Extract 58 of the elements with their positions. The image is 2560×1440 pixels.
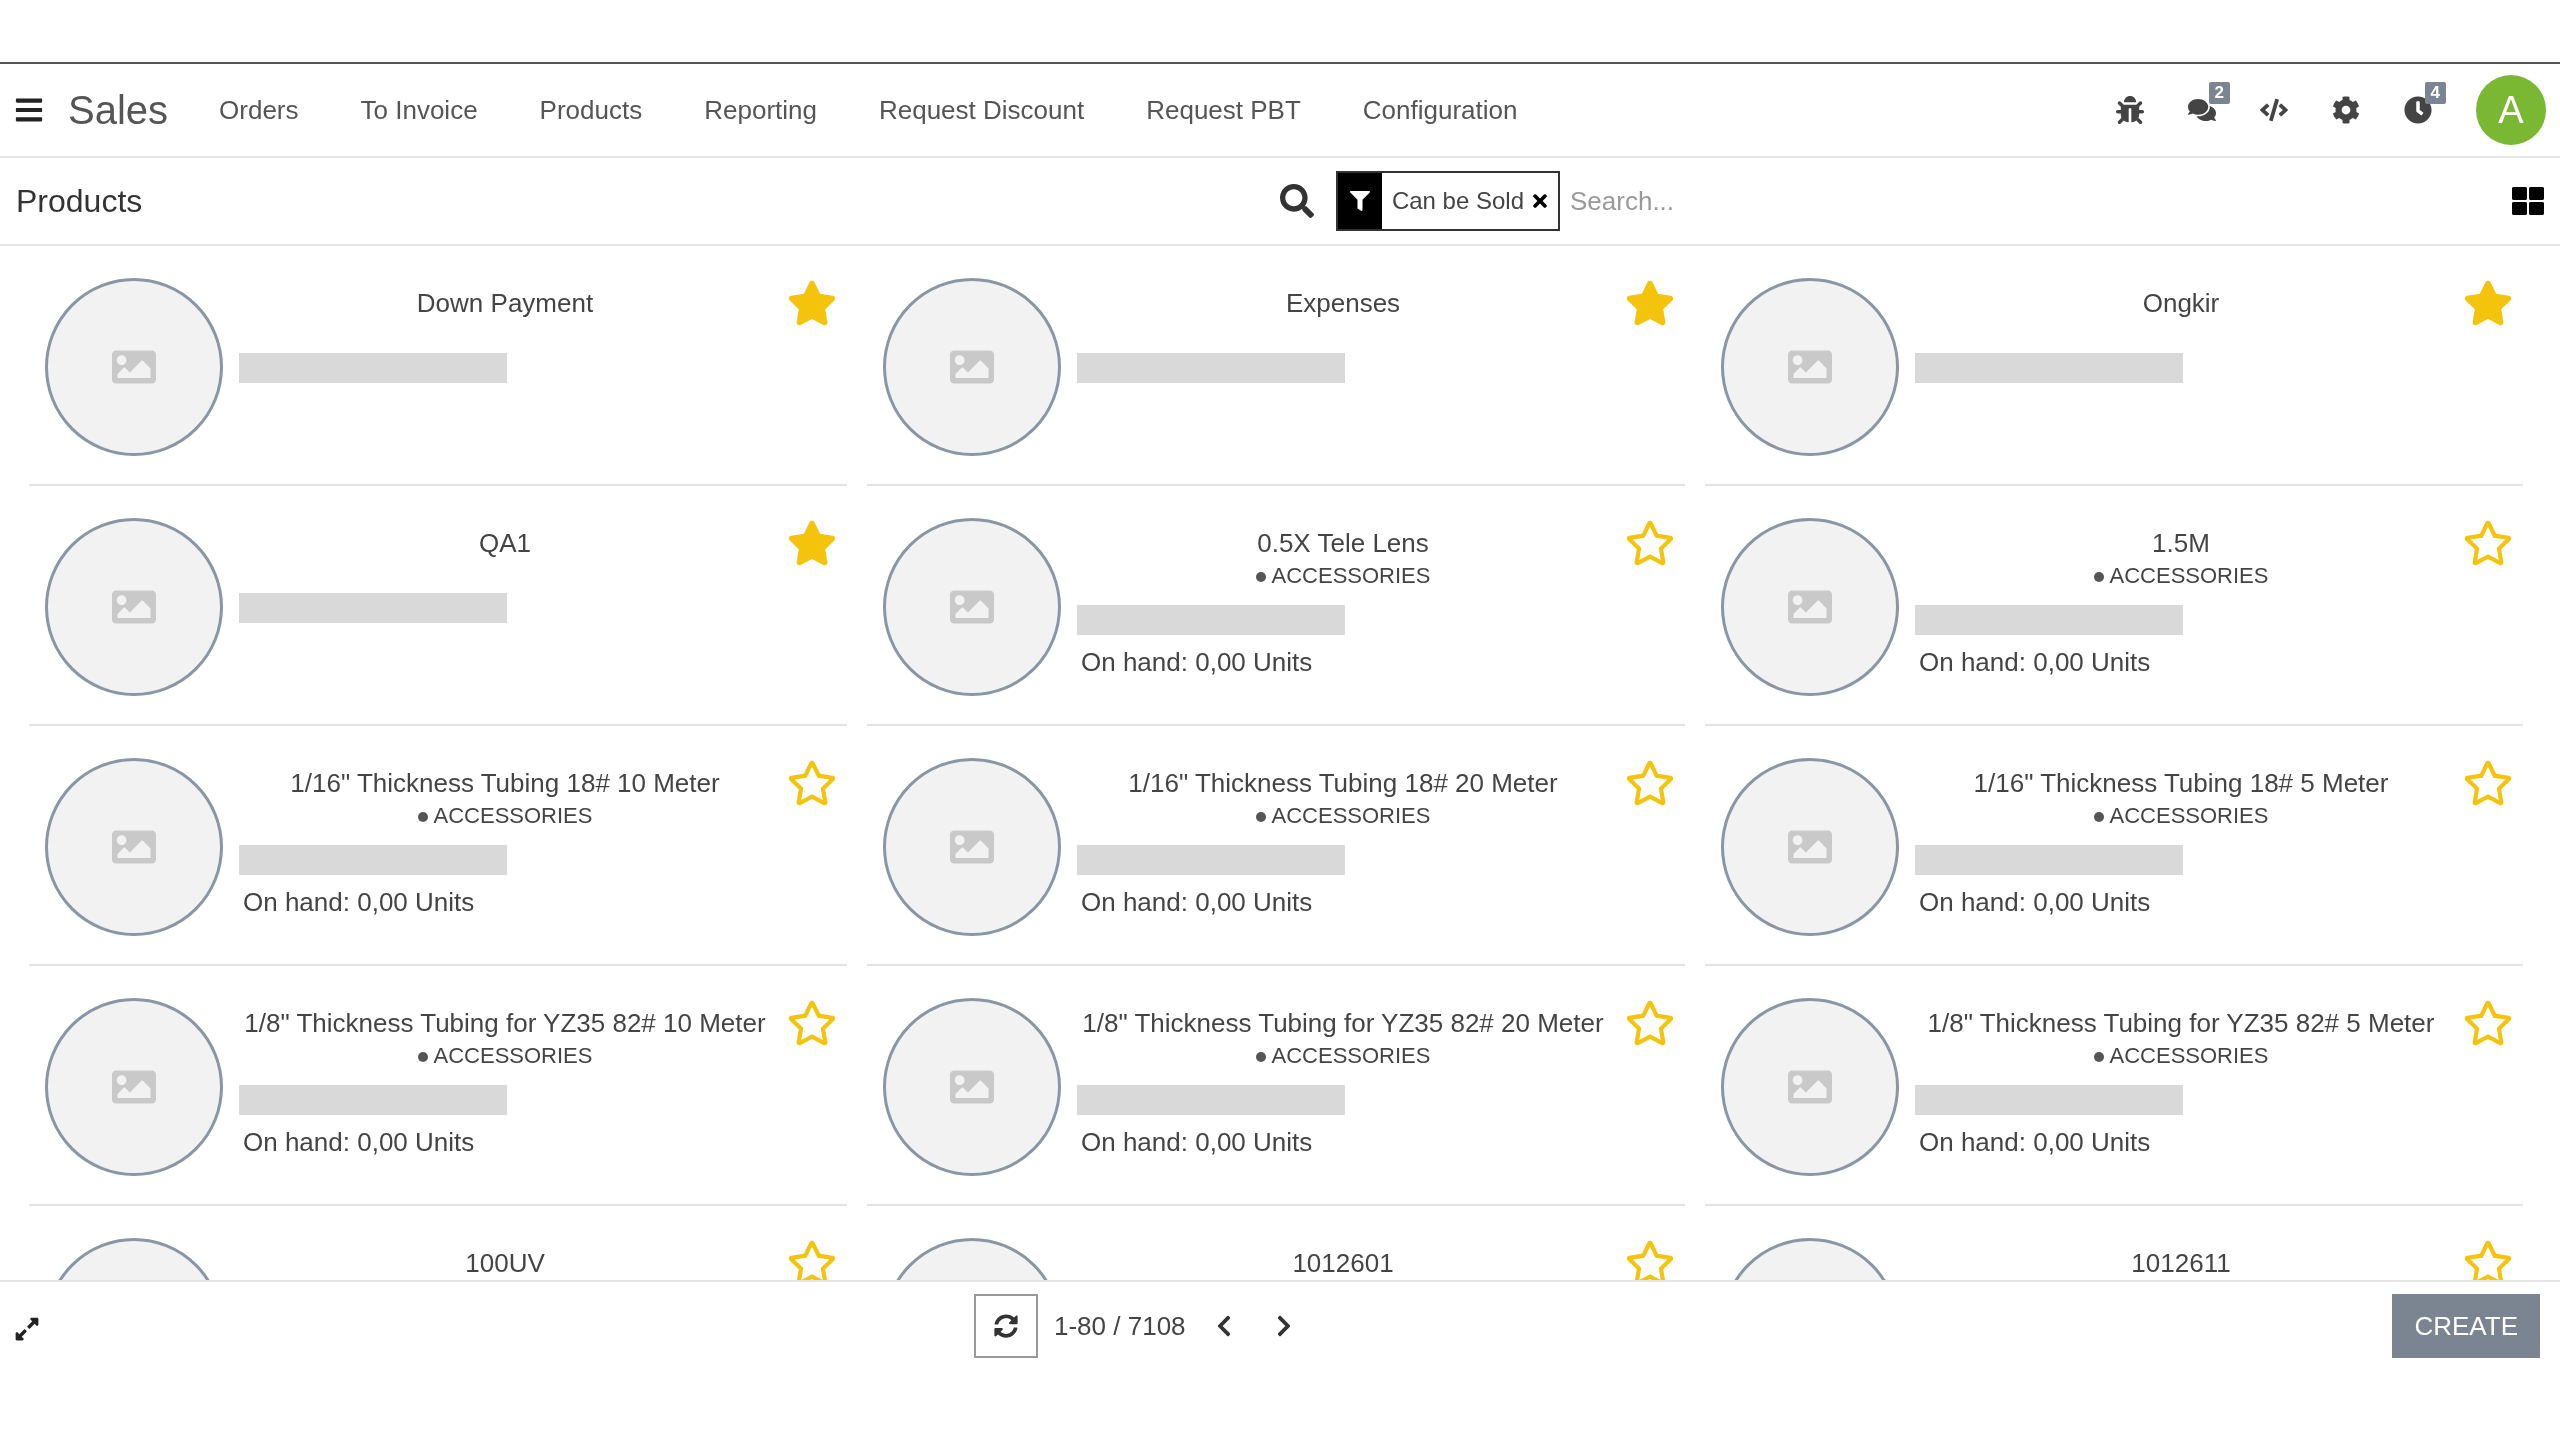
on-hand-quantity: On hand: 0,00 Units [1919, 647, 2152, 678]
product-name: 1/16" Thickness Tubing 18# 20 Meter [1127, 767, 1559, 799]
menu-item[interactable]: Reporting [673, 94, 848, 126]
product-card[interactable]: Down Payment [29, 246, 847, 486]
product-name: 1/16" Thickness Tubing 18# 10 Meter [289, 767, 721, 799]
page-title: Products [16, 182, 144, 220]
product-category: ACCESSORIES [1077, 1043, 1609, 1069]
menu-item[interactable]: Request Discount [847, 94, 1116, 126]
product-name: 1/8" Thickness Tubing for YZ35 82# 20 Meter [1081, 1007, 1605, 1039]
product-category: ACCESSORIES [239, 803, 771, 829]
product-card[interactable]: 1/16" Thickness Tubing 18# 10 Meter ACCESSORIES On hand: 0,00 Units [29, 726, 847, 966]
product-name: Ongkir [2141, 287, 2221, 319]
app-name: Sales [68, 87, 169, 133]
create-button[interactable]: CREATE [2392, 1294, 2540, 1358]
product-name: 100UV [464, 1247, 546, 1279]
message-count: 2 [2208, 82, 2230, 104]
product-card[interactable]: Ongkir [1705, 246, 2523, 486]
menu-item[interactable]: Request PBT [1115, 94, 1332, 126]
on-hand-quantity: On hand: 0,00 Units [1919, 1127, 2152, 1158]
product-card[interactable]: 1/8" Thickness Tubing for YZ35 82# 10 Meter ACCESSORIES On hand: 0,00 Units [29, 966, 847, 1206]
product-name: 1/8" Thickness Tubing for YZ35 82# 10 Meter [243, 1007, 767, 1039]
product-card[interactable]: 1/8" Thickness Tubing for YZ35 82# 20 Meter ACCESSORIES On hand: 0,00 Units [867, 966, 1685, 1206]
product-name: 1/8" Thickness Tubing for YZ35 82# 5 Meter [1926, 1007, 2436, 1039]
product-category: ACCESSORIES [1077, 803, 1609, 829]
product-card[interactable]: 1.5M ACCESSORIES On hand: 0,00 Units [1705, 486, 2523, 726]
on-hand-quantity: On hand: 0,00 Units [243, 887, 476, 918]
product-category: ACCESSORIES [1915, 1043, 2447, 1069]
product-name: Down Payment [415, 287, 595, 319]
product-card[interactable]: Expenses [867, 246, 1685, 486]
menu-item[interactable]: Products [508, 94, 674, 126]
product-card[interactable]: 100UV [29, 1206, 847, 1280]
menu-item[interactable]: To Invoice [329, 94, 509, 126]
product-card[interactable]: 1/8" Thickness Tubing for YZ35 82# 5 Meter ACCESSORIES On hand: 0,00 Units [1705, 966, 2523, 1206]
product-card[interactable]: 1/16" Thickness Tubing 18# 20 Meter ACCESSORIES On hand: 0,00 Units [867, 726, 1685, 966]
product-name: 0.5X Tele Lens [1256, 527, 1430, 559]
product-card[interactable]: 0.5X Tele Lens ACCESSORIES On hand: 0,00 Units [867, 486, 1685, 726]
product-name: 1.5M [2151, 527, 2211, 559]
product-category: ACCESSORIES [1915, 803, 2447, 829]
product-card[interactable]: QA1 [29, 486, 847, 726]
on-hand-quantity: On hand: 0,00 Units [1081, 1127, 1314, 1158]
on-hand-quantity: On hand: 0,00 Units [1919, 887, 2152, 918]
product-card[interactable]: 1/16" Thickness Tubing 18# 5 Meter ACCESSORIES On hand: 0,00 Units [1705, 726, 2523, 966]
product-category: ACCESSORIES [239, 1043, 771, 1069]
product-name: 1012601 [1291, 1247, 1395, 1279]
on-hand-quantity: On hand: 0,00 Units [1081, 887, 1314, 918]
filter-label: Can be Sold [1390, 186, 1525, 216]
menu-item[interactable]: Orders [188, 94, 330, 126]
menu-item[interactable]: Configuration [1331, 94, 1549, 126]
product-category: ACCESSORIES [1915, 563, 2447, 589]
activity-count: 4 [2424, 82, 2446, 104]
pager-range: 1-80 / 7108 [1054, 1310, 1186, 1342]
product-name: QA1 [478, 527, 532, 559]
product-category: ACCESSORIES [1077, 563, 1609, 589]
product-name: 1012611 [2130, 1247, 2232, 1279]
on-hand-quantity: On hand: 0,00 Units [1081, 647, 1314, 678]
product-name: 1/16" Thickness Tubing 18# 5 Meter [1972, 767, 2390, 799]
on-hand-quantity: On hand: 0,00 Units [243, 1127, 476, 1158]
product-name: Expenses [1284, 287, 1402, 319]
